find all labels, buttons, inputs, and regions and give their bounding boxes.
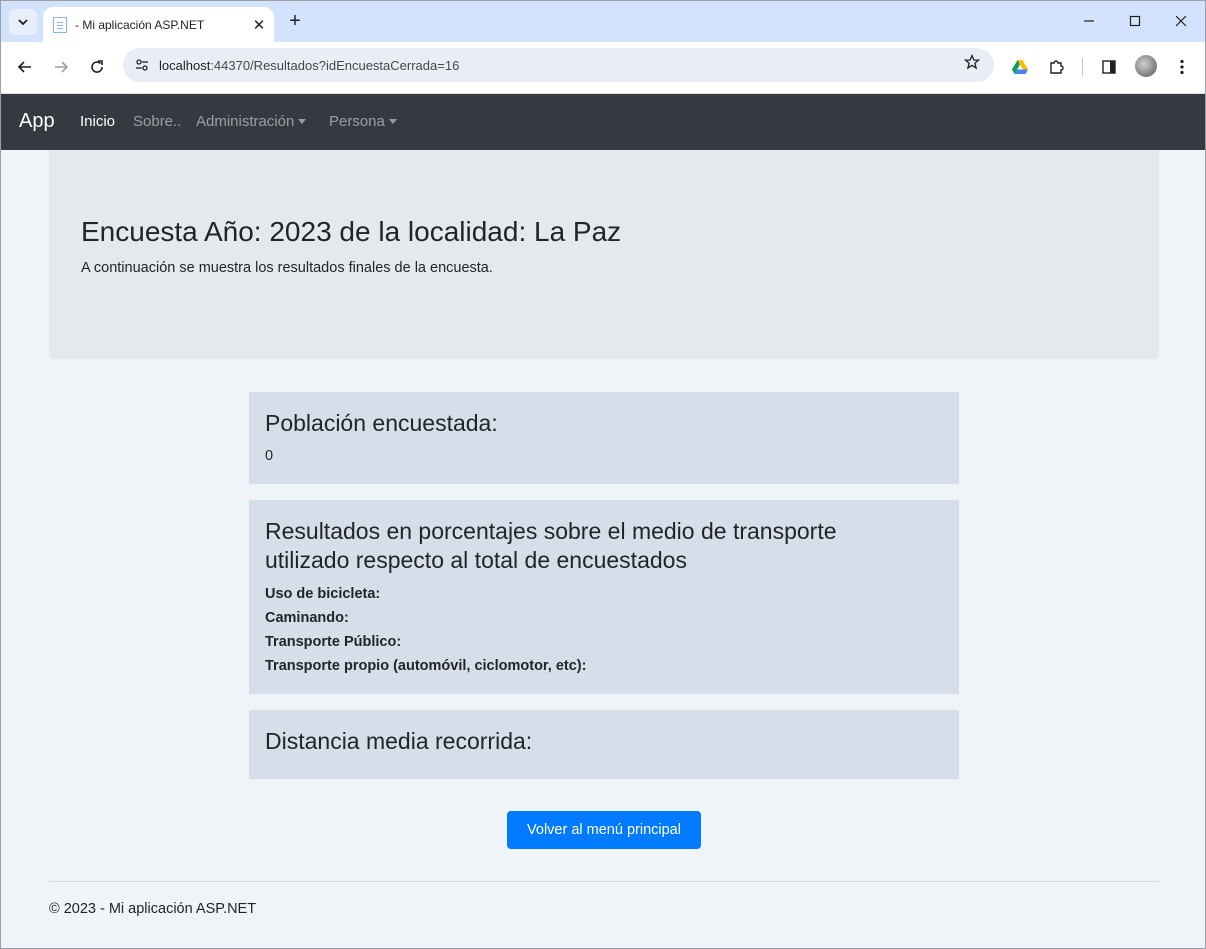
jumbotron: Encuesta Año: 2023 de la localidad: La P… (49, 150, 1159, 359)
transporte-item-publico: Transporte Público: (265, 634, 402, 650)
tab-title: - Mi aplicación ASP.NET (75, 17, 205, 32)
site-navbar: App Inicio Sobre.. Administración Person… (1, 94, 1205, 150)
url-host: localhost (159, 57, 211, 73)
poblacion-value: 0 (265, 448, 274, 464)
back-arrow-icon[interactable] (12, 54, 38, 80)
browser-tab[interactable]: - Mi aplicación ASP.NET ✕ (43, 7, 274, 42)
page-lead: A continuación se muestra los resultados… (81, 260, 493, 276)
page-favicon-icon (53, 16, 67, 33)
address-bar[interactable]: localhost:44370/Resultados?idEncuestaCer… (123, 48, 994, 82)
url-text[interactable]: localhost:44370/Resultados?idEncuestaCer… (159, 58, 459, 73)
reload-icon[interactable] (84, 54, 110, 80)
transporte-item-propio: Transporte propio (automóvil, ciclomotor… (265, 658, 587, 674)
transporte-item-bicicleta: Uso de bicicleta: (265, 586, 381, 602)
nav-dropdown-persona[interactable]: Persona (329, 113, 397, 130)
profile-avatar[interactable] (1135, 55, 1157, 77)
extensions-puzzle-icon[interactable] (1043, 54, 1069, 80)
site-info-icon[interactable] (127, 50, 157, 80)
transporte-heading-line2: utilizado respecto al total de encuestad… (265, 547, 687, 573)
browser-toolbar: localhost:44370/Resultados?idEncuestaCer… (1, 42, 1205, 94)
transporte-item-caminando: Caminando: (265, 610, 349, 626)
nav-dropdown-persona-label: Persona (329, 113, 385, 130)
page-title: Encuesta Año: 2023 de la localidad: La P… (81, 216, 622, 247)
menu-kebab-icon[interactable] (1169, 54, 1195, 80)
card-distancia: Distancia media recorrida: (249, 710, 959, 779)
footer-text: © 2023 - Mi aplicación ASP.NET (49, 901, 257, 917)
transporte-heading-line1: Resultados en porcentajes sobre el medio… (265, 518, 837, 544)
close-tab-icon[interactable]: ✕ (248, 14, 270, 36)
dropdown-caret-icon (298, 118, 307, 124)
nav-dropdown-administracion-label: Administración (196, 113, 295, 130)
navbar-brand[interactable]: App (19, 110, 55, 133)
distancia-heading: Distancia media recorrida: (265, 728, 533, 754)
nav-dropdown-administracion[interactable]: Administración (196, 113, 307, 130)
nav-link-inicio[interactable]: Inicio (80, 113, 115, 130)
tab-search-chevron-icon[interactable] (9, 9, 37, 35)
forward-arrow-icon[interactable] (48, 54, 74, 80)
browser-window: - Mi aplicación ASP.NET ✕ + localhost:44… (0, 0, 1206, 949)
card-poblacion: Población encuestada: 0 (249, 392, 959, 484)
dropdown-caret-icon (388, 118, 397, 124)
toolbar-divider (1082, 58, 1083, 76)
minimize-icon[interactable] (1079, 11, 1099, 31)
nav-link-sobre[interactable]: Sobre.. (133, 113, 181, 130)
bookmark-star-icon[interactable] (963, 53, 981, 75)
google-drive-icon[interactable] (1007, 54, 1033, 80)
maximize-icon[interactable] (1125, 11, 1145, 31)
footer-divider (49, 881, 1159, 882)
card-transporte: Resultados en porcentajes sobre el medio… (249, 500, 959, 694)
poblacion-heading: Población encuestada: (265, 410, 498, 436)
back-to-menu-button[interactable]: Volver al menú principal (507, 811, 701, 849)
side-panel-icon[interactable] (1096, 54, 1122, 80)
new-tab-button[interactable]: + (285, 11, 305, 31)
tab-strip: - Mi aplicación ASP.NET ✕ + (1, 1, 1205, 42)
close-window-icon[interactable] (1171, 11, 1191, 31)
url-path: :44370/Resultados?idEncuestaCerrada=16 (210, 57, 460, 73)
